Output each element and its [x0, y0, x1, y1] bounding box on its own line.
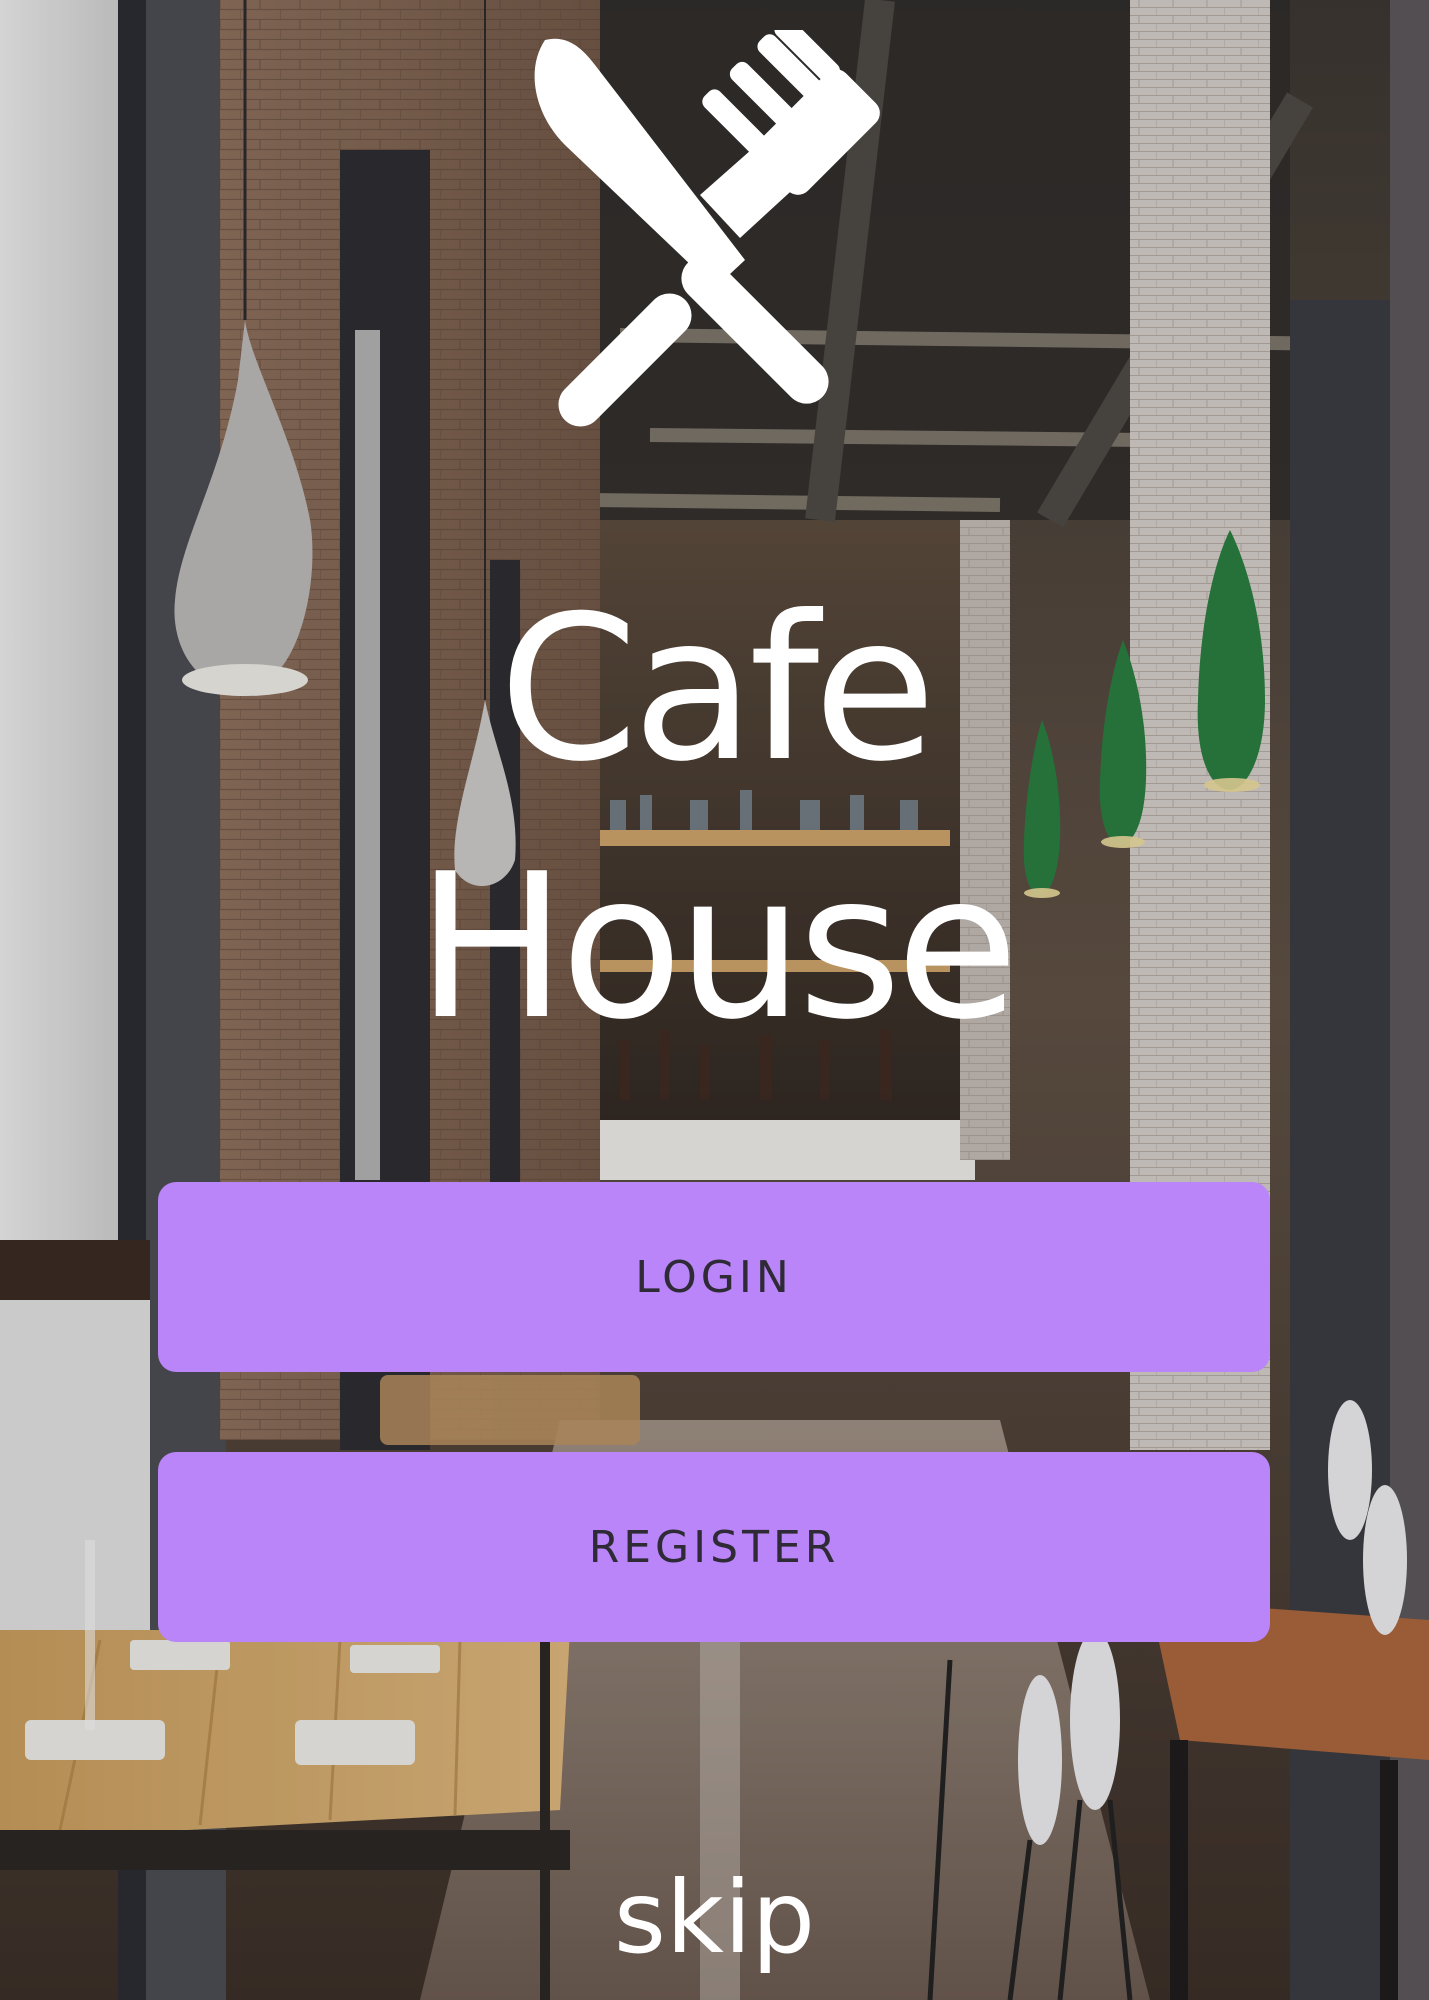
skip-link[interactable]: skip: [0, 1868, 1429, 1968]
login-button[interactable]: LOGIN: [158, 1182, 1270, 1372]
app-title-line-1: Cafe: [498, 573, 937, 806]
welcome-screen: Cafe House LOGIN REGISTER skip: [0, 0, 1429, 2000]
register-button[interactable]: REGISTER: [158, 1452, 1270, 1642]
app-title-line-2: House: [416, 831, 1019, 1064]
knife-fork-crossed-icon: [534, 30, 880, 427]
